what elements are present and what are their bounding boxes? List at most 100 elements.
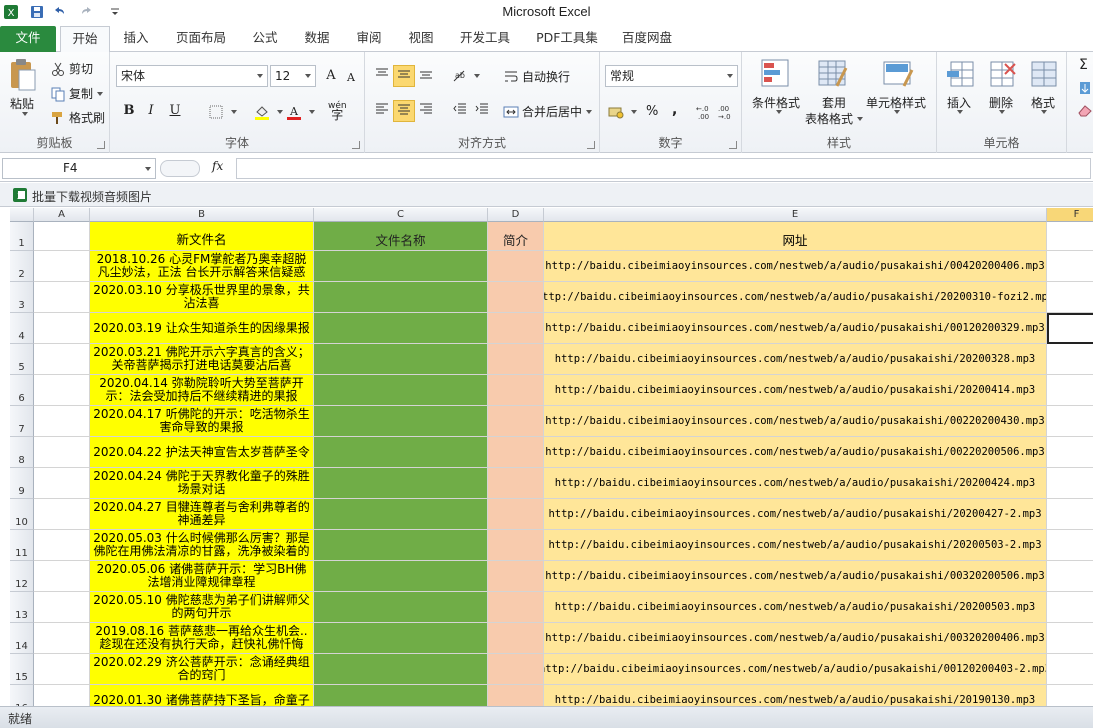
new-filename-cell[interactable]: 2020.05.10 佛陀慈悲为弟子们讲解师父的两句开示	[90, 592, 314, 623]
fill-button[interactable]	[1077, 80, 1093, 96]
file-name-cell[interactable]	[314, 499, 488, 530]
row-header[interactable]: 3	[10, 282, 34, 313]
format-cells-icon[interactable]	[1029, 58, 1061, 90]
file-name-cell[interactable]	[314, 437, 488, 468]
url-cell[interactable]: http://baidu.cibeimiaoyinsources.com/nes…	[544, 437, 1047, 468]
row-header[interactable]: 16	[10, 685, 34, 706]
merge-center-button[interactable]: 合并后居中	[503, 103, 593, 120]
summary-cell[interactable]	[488, 530, 544, 561]
table-cell-f[interactable]	[1047, 623, 1093, 654]
table-cell-f[interactable]	[1047, 499, 1093, 530]
tab-insert[interactable]: 插入	[113, 26, 159, 52]
delete-cells-button[interactable]: 删除	[989, 94, 1013, 111]
delete-cells-dropdown[interactable]	[995, 110, 1005, 114]
font-size-combo[interactable]: 12	[270, 65, 316, 87]
clear-button[interactable]	[1077, 102, 1093, 118]
formula-input[interactable]	[236, 158, 1091, 179]
url-cell[interactable]: http://baidu.cibeimiaoyinsources.com/nes…	[544, 685, 1047, 706]
header-file-name[interactable]: 文件名称	[314, 222, 488, 251]
row-header[interactable]: 12	[10, 561, 34, 592]
table-cell-f[interactable]	[1047, 437, 1093, 468]
cut-button[interactable]: 剪切	[50, 60, 93, 77]
paste-button[interactable]: 粘贴	[10, 95, 34, 112]
url-cell[interactable]: http://baidu.cibeimiaoyinsources.com/nes…	[544, 592, 1047, 623]
select-all-corner[interactable]	[10, 208, 34, 222]
row-header[interactable]: 6	[10, 375, 34, 406]
header-url[interactable]: 网址	[544, 222, 1047, 251]
table-format-icon[interactable]	[817, 58, 849, 90]
align-center-button[interactable]	[393, 100, 415, 122]
accounting-format-button[interactable]	[608, 104, 637, 120]
table-cell-a[interactable]	[34, 654, 90, 685]
table-cell-f[interactable]	[1047, 344, 1093, 375]
row-header[interactable]: 10	[10, 499, 34, 530]
delete-cells-icon[interactable]	[987, 58, 1019, 90]
insert-cells-button[interactable]: 插入	[947, 94, 971, 111]
wrap-text-button[interactable]: 自动换行	[503, 68, 570, 85]
cell-styles-dropdown[interactable]	[890, 110, 900, 114]
alignment-dialog-launcher[interactable]	[587, 141, 595, 149]
file-name-cell[interactable]	[314, 685, 488, 706]
conditional-format-dropdown[interactable]	[772, 110, 782, 114]
column-header-f[interactable]: F	[1047, 208, 1093, 222]
summary-cell[interactable]	[488, 499, 544, 530]
file-name-cell[interactable]	[314, 592, 488, 623]
header-new-filename[interactable]: 新文件名	[90, 222, 314, 251]
file-name-cell[interactable]	[314, 468, 488, 499]
file-name-cell[interactable]	[314, 251, 488, 282]
tab-baidu-netdisk[interactable]: 百度网盘	[616, 26, 678, 52]
tab-review[interactable]: 审阅	[347, 26, 391, 52]
file-name-cell[interactable]	[314, 313, 488, 344]
file-name-cell[interactable]	[314, 282, 488, 313]
format-cells-button[interactable]: 格式	[1031, 94, 1055, 111]
new-filename-cell[interactable]: 2020.04.27 目犍连尊者与舍利弗尊者的神通差异	[90, 499, 314, 530]
new-filename-cell[interactable]: 2020.02.29 济公菩萨开示：念诵经典组合的窍门	[90, 654, 314, 685]
autosum-button[interactable]: Σ	[1079, 57, 1088, 73]
table-cell-a[interactable]	[34, 561, 90, 592]
table-cell-f[interactable]	[1047, 530, 1093, 561]
cell-f1[interactable]	[1047, 222, 1093, 251]
table-cell-f[interactable]	[1047, 561, 1093, 592]
paste-icon[interactable]	[8, 58, 38, 92]
url-cell[interactable]: http://baidu.cibeimiaoyinsources.com/nes…	[544, 282, 1047, 313]
summary-cell[interactable]	[488, 375, 544, 406]
worksheet-grid[interactable]: A B C D E F 1 新文件名 文件名称 简介 网址 2 2018.10.26 心灵F…	[10, 208, 1093, 706]
summary-cell[interactable]	[488, 251, 544, 282]
phonetic-button[interactable]: wén 字	[328, 102, 347, 122]
table-cell-a[interactable]	[34, 592, 90, 623]
tab-formulas[interactable]: 公式	[243, 26, 287, 52]
table-cell-a[interactable]	[34, 468, 90, 499]
row-header[interactable]: 5	[10, 344, 34, 375]
table-cell-a[interactable]	[34, 530, 90, 561]
row-header[interactable]: 7	[10, 406, 34, 437]
conditional-format-button[interactable]: 条件格式	[752, 94, 800, 111]
summary-cell[interactable]	[488, 406, 544, 437]
column-header-d[interactable]: D	[488, 208, 544, 222]
align-top-button[interactable]	[371, 65, 393, 87]
url-cell[interactable]: http://baidu.cibeimiaoyinsources.com/nes…	[544, 344, 1047, 375]
url-cell[interactable]: http://baidu.cibeimiaoyinsources.com/nes…	[544, 313, 1047, 344]
increase-indent-button[interactable]	[471, 100, 493, 122]
new-filename-cell[interactable]: 2020.05.06 诸佛菩萨开示：学习BH佛法增消业障规律章程	[90, 561, 314, 592]
summary-cell[interactable]	[488, 282, 544, 313]
table-cell-a[interactable]	[34, 344, 90, 375]
table-cell-f[interactable]	[1047, 282, 1093, 313]
tab-home[interactable]: 开始	[60, 26, 110, 53]
column-header-a[interactable]: A	[34, 208, 90, 222]
tab-data[interactable]: 数据	[295, 26, 339, 52]
summary-cell[interactable]	[488, 344, 544, 375]
url-cell[interactable]: http://baidu.cibeimiaoyinsources.com/nes…	[544, 530, 1047, 561]
summary-cell[interactable]	[488, 561, 544, 592]
align-middle-button[interactable]	[393, 65, 415, 87]
file-name-cell[interactable]	[314, 623, 488, 654]
paste-dropdown[interactable]	[18, 112, 28, 116]
table-format-button-2[interactable]: 表格格式	[805, 110, 864, 127]
table-cell-f[interactable]	[1047, 654, 1093, 685]
active-cell-f4[interactable]	[1047, 313, 1093, 344]
name-box[interactable]: F4	[2, 158, 156, 179]
percent-button[interactable]: %	[646, 104, 658, 119]
copy-button[interactable]: 复制	[50, 85, 104, 102]
new-filename-cell[interactable]: 2020.04.17 听佛陀的开示：吃活物杀生害命导致的果报	[90, 406, 314, 437]
new-filename-cell[interactable]: 2020.05.03 什么时候佛那么厉害？那是佛陀在用佛法清凉的甘露，洗净被染着…	[90, 530, 314, 561]
table-cell-a[interactable]	[34, 375, 90, 406]
